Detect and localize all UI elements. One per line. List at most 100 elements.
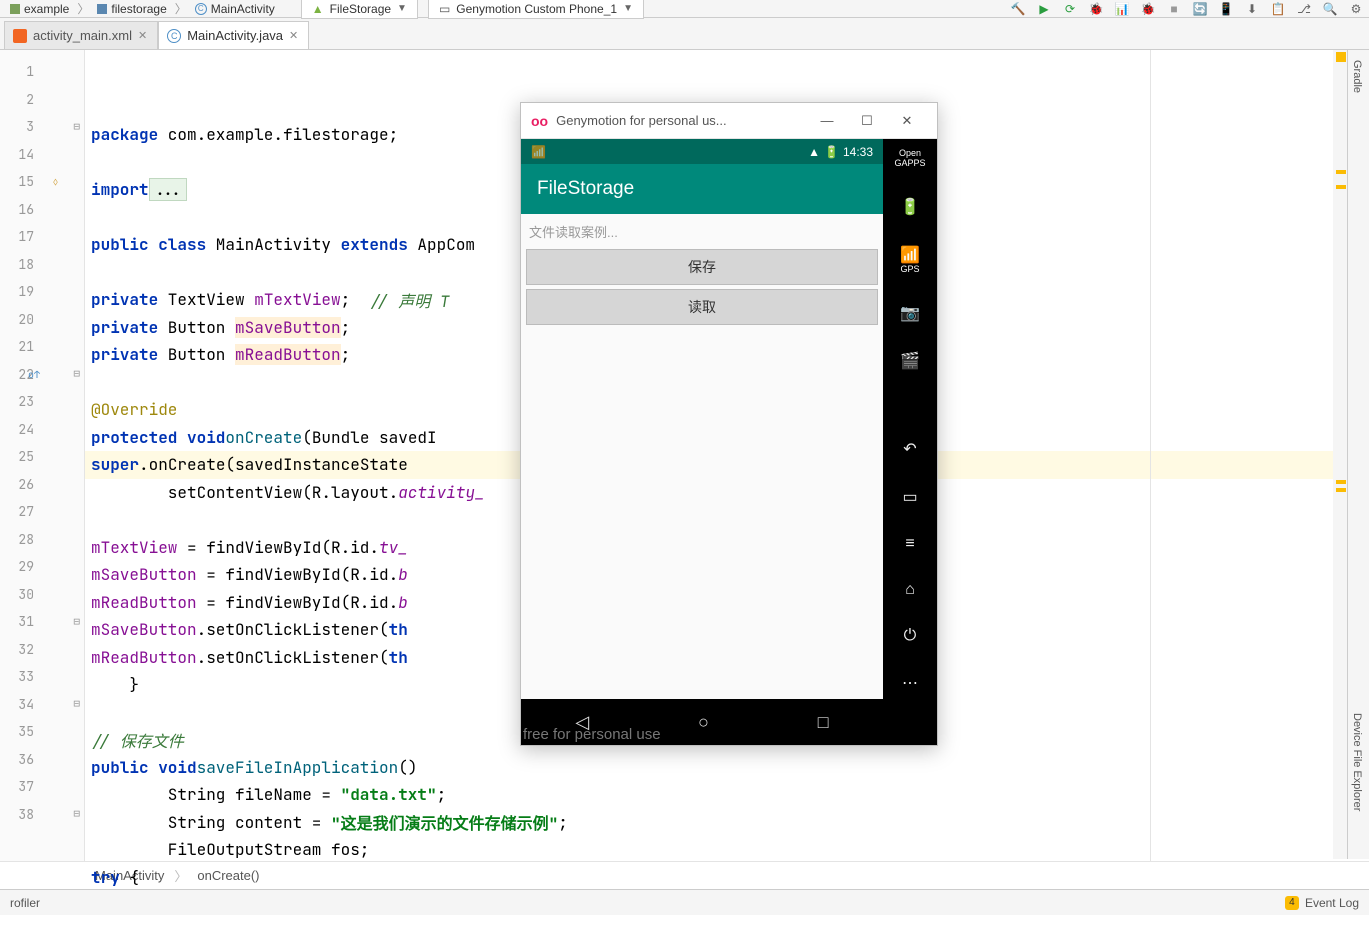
nav-project[interactable]: example	[4, 2, 75, 16]
camera-icon[interactable]: 📷	[900, 303, 920, 323]
emulator-titlebar[interactable]: oo Genymotion for personal us... — ☐ ✕	[521, 103, 937, 139]
more-icon[interactable]: ⋯	[902, 673, 918, 693]
line-number[interactable]: 24	[0, 416, 84, 444]
fold-toggle-icon[interactable]: ⊟	[73, 120, 80, 134]
event-log-button[interactable]: Event Log	[1305, 896, 1359, 910]
line-number[interactable]: 36	[0, 746, 84, 774]
line-number[interactable]: 20	[0, 306, 84, 334]
recent-nav-icon[interactable]: □	[818, 712, 829, 733]
search-icon[interactable]: 🔍	[1321, 1, 1339, 17]
line-number[interactable]: 16	[0, 196, 84, 224]
line-number[interactable]: 18	[0, 251, 84, 279]
power-icon[interactable]: ⏻	[904, 627, 917, 645]
text-input-hint[interactable]: 文件读取案例...	[525, 218, 879, 245]
close-icon[interactable]: ✕	[138, 29, 147, 42]
line-number[interactable]: 31⊟	[0, 608, 84, 636]
line-number[interactable]: 2	[0, 86, 84, 114]
profiler-icon[interactable]: 📊	[1113, 1, 1131, 17]
line-number[interactable]: 23	[0, 388, 84, 416]
line-number[interactable]: 1	[0, 58, 84, 86]
line-number[interactable]: 14	[0, 141, 84, 169]
rotate-back-icon[interactable]: ↶	[903, 439, 916, 459]
battery-icon: 🔋	[824, 145, 839, 159]
run-config-dropdown[interactable]: ▲ FileStorage ▼	[301, 0, 418, 19]
warning-marker[interactable]	[1336, 480, 1346, 484]
status-profiler-label[interactable]: rofiler	[10, 896, 40, 910]
code-line[interactable]: String fileName = "data.txt";	[85, 781, 1369, 809]
code-line[interactable]: FileOutputStream fos;	[85, 836, 1369, 864]
line-number[interactable]: 25	[0, 443, 84, 471]
project-icon	[10, 4, 20, 14]
line-number[interactable]: 21	[0, 333, 84, 361]
line-number[interactable]: 34⊟	[0, 691, 84, 719]
close-icon[interactable]: ✕	[289, 29, 298, 42]
minimize-button[interactable]: —	[807, 107, 847, 135]
battery-settings-icon[interactable]: 🔋	[900, 197, 920, 217]
line-number[interactable]: 27	[0, 498, 84, 526]
close-button[interactable]: ✕	[887, 107, 927, 135]
fold-toggle-icon[interactable]: ⊟	[73, 367, 80, 381]
tab-activity-main-xml[interactable]: activity_main.xml ✕	[4, 21, 158, 49]
emulator-screen[interactable]: 📶 ▲ 🔋 14:33 FileStorage 文件读取案例... 保存 读取 …	[521, 139, 883, 745]
structure-icon[interactable]: 📋	[1269, 1, 1287, 17]
attach-debug-icon[interactable]: 🐞	[1139, 1, 1157, 17]
code-line[interactable]: try {	[85, 864, 1369, 892]
status-time: 14:33	[843, 145, 873, 159]
read-button[interactable]: 读取	[526, 289, 878, 325]
avd-icon[interactable]: 📱	[1217, 1, 1235, 17]
save-button[interactable]: 保存	[526, 249, 878, 285]
run-icon[interactable]: ▶	[1035, 1, 1053, 17]
line-number[interactable]: 30	[0, 581, 84, 609]
sync-icon[interactable]: 🔄	[1191, 1, 1209, 17]
sdk-icon[interactable]: ⬇	[1243, 1, 1261, 17]
home-nav-icon[interactable]: ○	[698, 712, 709, 733]
open-gapps-button[interactable]: OpenGAPPS	[894, 149, 925, 169]
line-number[interactable]: 22o↑⊟	[0, 361, 84, 389]
line-gutter: 123⊟1415⬨16171819202122o↑⊟23242526272829…	[0, 50, 85, 861]
fold-toggle-icon[interactable]: ⊟	[73, 615, 80, 629]
right-tool-panel: Gradle Device File Explorer	[1347, 50, 1369, 859]
warning-marker[interactable]	[1336, 185, 1346, 189]
debug-icon[interactable]: 🐞	[1087, 1, 1105, 17]
code-line[interactable]: public void saveFileInApplication()	[85, 754, 1369, 782]
menu-icon[interactable]: ≡	[905, 535, 914, 553]
line-number[interactable]: 15⬨	[0, 168, 84, 196]
line-number[interactable]: 37	[0, 773, 84, 801]
warning-marker[interactable]	[1336, 488, 1346, 492]
line-number[interactable]: 19	[0, 278, 84, 306]
device-dropdown[interactable]: ▭ Genymotion Custom Phone_1 ▼	[428, 0, 644, 19]
home-icon[interactable]: ⌂	[905, 581, 915, 599]
line-number[interactable]: 32	[0, 636, 84, 664]
apply-icon[interactable]: ⟳	[1061, 1, 1079, 17]
maximize-button[interactable]: ☐	[847, 107, 887, 135]
multi-window-icon[interactable]: ▭	[902, 487, 917, 507]
nav-class[interactable]: C MainActivity	[189, 2, 281, 16]
emulator-window[interactable]: oo Genymotion for personal us... — ☐ ✕ 📶…	[520, 102, 938, 746]
clapper-icon[interactable]: 🎬	[900, 351, 920, 371]
hammer-icon[interactable]: 🔨	[1009, 1, 1027, 17]
git-icon[interactable]: ⎇	[1295, 1, 1313, 17]
stop-icon[interactable]: ■	[1165, 1, 1183, 17]
settings-icon[interactable]: ⚙	[1347, 1, 1365, 17]
gradle-panel-tab[interactable]: Gradle	[1348, 50, 1366, 103]
line-number[interactable]: 26	[0, 471, 84, 499]
line-number[interactable]: 33	[0, 663, 84, 691]
tab-mainactivity-java[interactable]: C MainActivity.java ✕	[158, 21, 309, 49]
override-gutter-icon[interactable]: o↑	[28, 368, 40, 381]
line-number[interactable]: 29	[0, 553, 84, 581]
nav-folder[interactable]: filestorage	[91, 2, 172, 16]
warning-marker[interactable]	[1336, 170, 1346, 174]
warning-marker[interactable]	[1336, 52, 1346, 62]
line-number[interactable]: 35	[0, 718, 84, 746]
line-number[interactable]: 38⊟	[0, 801, 84, 829]
line-number[interactable]: 28	[0, 526, 84, 554]
error-marker-strip[interactable]	[1333, 50, 1347, 859]
line-number[interactable]: 3⊟	[0, 113, 84, 141]
gps-settings-button[interactable]: 📶 GPS	[900, 245, 920, 275]
device-explorer-panel-tab[interactable]: Device File Explorer	[1348, 703, 1366, 821]
fold-toggle-icon[interactable]: ⊟	[73, 697, 80, 711]
implements-gutter-icon[interactable]: ⬨	[53, 175, 58, 189]
line-number[interactable]: 17	[0, 223, 84, 251]
code-line[interactable]: String content = "这是我们演示的文件存储示例";	[85, 809, 1369, 837]
fold-toggle-icon[interactable]: ⊟	[73, 807, 80, 821]
